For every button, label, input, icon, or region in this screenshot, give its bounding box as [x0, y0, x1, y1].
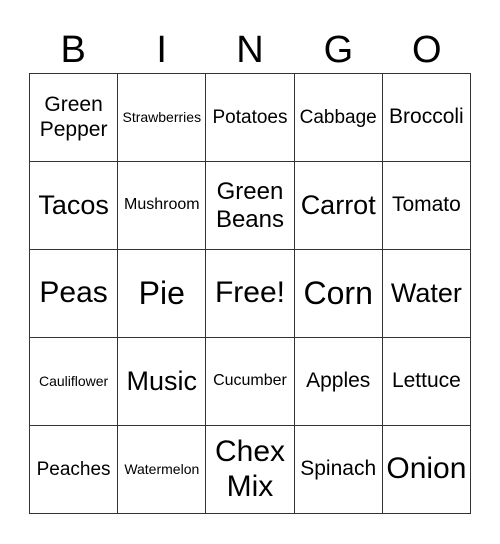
bingo-cell[interactable]: Watermelon	[118, 426, 207, 514]
bingo-cell[interactable]: Cauliflower	[30, 338, 119, 426]
header-letter-b: B	[60, 29, 86, 71]
header-letter-o: O	[412, 29, 442, 71]
bingo-cell[interactable]: Lettuce	[382, 338, 471, 426]
bingo-cell[interactable]: Corn	[294, 250, 383, 338]
bingo-cell[interactable]: Potatoes	[206, 74, 295, 162]
bingo-cell[interactable]: Strawberries	[118, 74, 207, 162]
bingo-cell[interactable]: Green Pepper	[30, 74, 119, 162]
bingo-cell[interactable]: Tacos	[30, 162, 119, 250]
bingo-cell[interactable]: Music	[118, 338, 207, 426]
bingo-cell[interactable]: Peaches	[30, 426, 119, 514]
bingo-cell[interactable]: Spinach	[294, 426, 383, 514]
bingo-card-grid: Green Pepper Strawberries Potatoes Cabba…	[29, 73, 471, 514]
header-letter-i: I	[156, 29, 167, 71]
bingo-cell[interactable]: Green Beans	[206, 162, 295, 250]
bingo-free-space[interactable]: Free!	[206, 250, 295, 338]
bingo-cell[interactable]: Water	[382, 250, 471, 338]
bingo-cell[interactable]: Pie	[118, 250, 207, 338]
bingo-cell[interactable]: Cabbage	[294, 74, 383, 162]
bingo-cell[interactable]: Carrot	[294, 162, 383, 250]
bingo-cell[interactable]: Broccoli	[382, 74, 471, 162]
header-letter-n: N	[236, 29, 264, 71]
bingo-cell[interactable]: Cucumber	[206, 338, 295, 426]
bingo-cell[interactable]: Chex Mix	[206, 426, 295, 514]
bingo-cell[interactable]: Peas	[30, 250, 119, 338]
bingo-cell[interactable]: Apples	[294, 338, 383, 426]
bingo-header: B I N G O	[29, 28, 471, 72]
bingo-cell[interactable]: Tomato	[382, 162, 471, 250]
bingo-cell[interactable]: Onion	[382, 426, 471, 514]
bingo-cell[interactable]: Mushroom	[118, 162, 207, 250]
header-letter-g: G	[323, 29, 354, 71]
